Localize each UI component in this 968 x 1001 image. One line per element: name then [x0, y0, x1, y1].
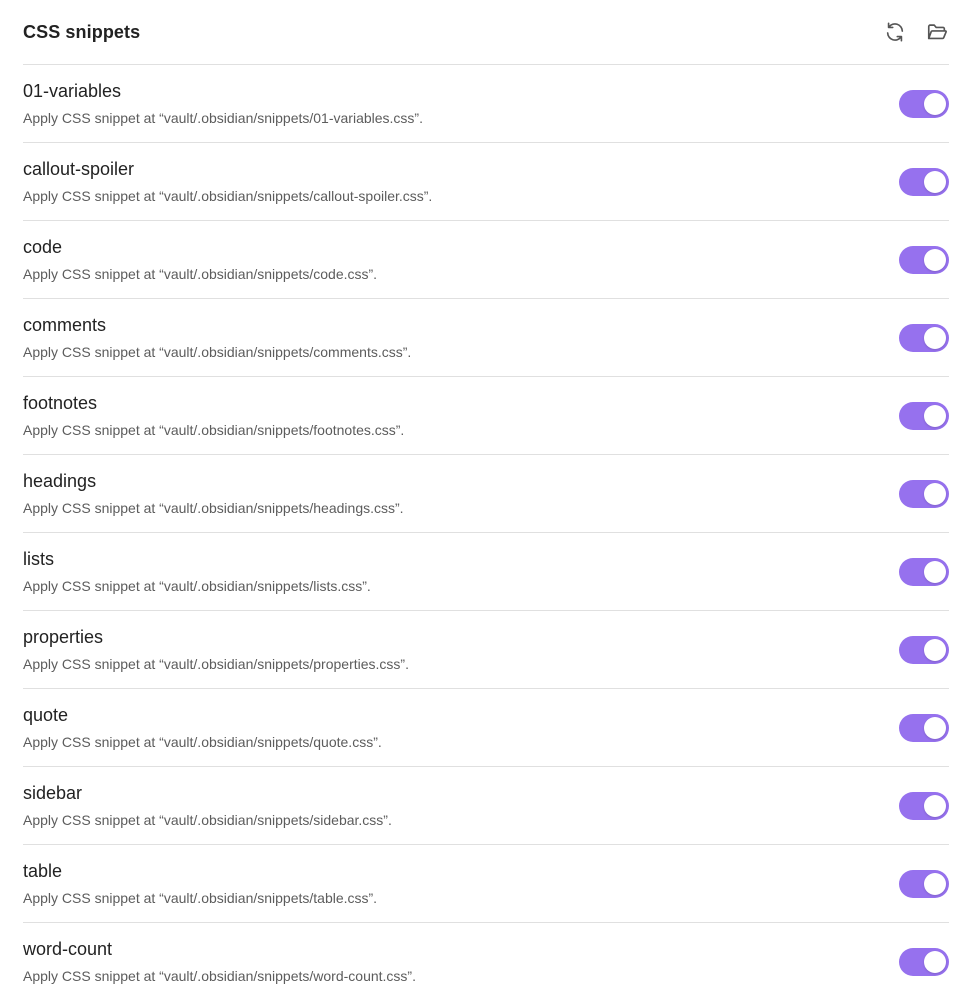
- snippet-name: word-count: [23, 939, 113, 959]
- snippet-description: Apply CSS snippet at “vault/.obsidian/sn…: [23, 500, 404, 516]
- snippet-row-comments: comments Apply CSS snippet at “vault/.ob…: [23, 299, 949, 377]
- snippet-toggle-lists[interactable]: [899, 558, 949, 586]
- snippet-name: comments: [23, 315, 107, 335]
- snippet-toggle-quote[interactable]: [899, 714, 949, 742]
- toggle-knob: [924, 405, 946, 427]
- snippet-list: 01-variables Apply CSS snippet at “vault…: [23, 65, 949, 1001]
- snippet-toggle-comments[interactable]: [899, 324, 949, 352]
- snippet-name: callout-spoiler: [23, 159, 135, 179]
- snippet-name: headings: [23, 471, 97, 491]
- snippet-toggle-callout-spoiler[interactable]: [899, 168, 949, 196]
- snippet-row-01-variables: 01-variables Apply CSS snippet at “vault…: [23, 65, 949, 143]
- reload-icon: [886, 22, 904, 42]
- open-snippets-folder-button[interactable]: [925, 20, 949, 44]
- snippet-row-word-count: word-count Apply CSS snippet at “vault/.…: [23, 923, 949, 1001]
- section-title: CSS snippets: [23, 22, 141, 42]
- snippet-description: Apply CSS snippet at “vault/.obsidian/sn…: [23, 812, 392, 828]
- snippet-description: Apply CSS snippet at “vault/.obsidian/sn…: [23, 266, 378, 282]
- toggle-knob: [924, 561, 946, 583]
- snippet-description: Apply CSS snippet at “vault/.obsidian/sn…: [23, 578, 371, 594]
- snippet-description: Apply CSS snippet at “vault/.obsidian/sn…: [23, 422, 405, 438]
- section-header: CSS snippets: [23, 0, 949, 65]
- reload-snippets-button[interactable]: [883, 20, 907, 44]
- toggle-knob: [924, 249, 946, 271]
- snippet-description: Apply CSS snippet at “vault/.obsidian/sn…: [23, 110, 423, 126]
- snippet-toggle-footnotes[interactable]: [899, 402, 949, 430]
- snippet-description: Apply CSS snippet at “vault/.obsidian/sn…: [23, 656, 409, 672]
- toggle-knob: [924, 717, 946, 739]
- snippet-description: Apply CSS snippet at “vault/.obsidian/sn…: [23, 188, 433, 204]
- snippet-toggle-word-count[interactable]: [899, 948, 949, 976]
- open-folder-icon: [927, 24, 947, 40]
- snippet-name: sidebar: [23, 783, 83, 803]
- snippet-row-headings: headings Apply CSS snippet at “vault/.ob…: [23, 455, 949, 533]
- snippet-name: quote: [23, 705, 69, 725]
- toggle-knob: [924, 171, 946, 193]
- css-snippets-panel: CSS snippets 01-variables Apply CSS snip…: [23, 0, 949, 1001]
- snippet-name: code: [23, 237, 63, 257]
- snippet-toggle-table[interactable]: [899, 870, 949, 898]
- snippet-description: Apply CSS snippet at “vault/.obsidian/sn…: [23, 734, 382, 750]
- snippet-toggle-headings[interactable]: [899, 480, 949, 508]
- snippet-row-footnotes: footnotes Apply CSS snippet at “vault/.o…: [23, 377, 949, 455]
- snippet-row-sidebar: sidebar Apply CSS snippet at “vault/.obs…: [23, 767, 949, 845]
- snippet-name: properties: [23, 627, 104, 647]
- snippet-row-lists: lists Apply CSS snippet at “vault/.obsid…: [23, 533, 949, 611]
- snippet-name: 01-variables: [23, 81, 122, 101]
- snippet-name: table: [23, 861, 63, 881]
- toggle-knob: [924, 795, 946, 817]
- snippet-row-code: code Apply CSS snippet at “vault/.obsidi…: [23, 221, 949, 299]
- snippet-name: lists: [23, 549, 54, 569]
- toggle-knob: [924, 639, 946, 661]
- snippet-row-table: table Apply CSS snippet at “vault/.obsid…: [23, 845, 949, 923]
- snippet-toggle-sidebar[interactable]: [899, 792, 949, 820]
- toggle-knob: [924, 93, 946, 115]
- toggle-knob: [924, 951, 946, 973]
- snippet-toggle-code[interactable]: [899, 246, 949, 274]
- snippet-row-callout-spoiler: callout-spoiler Apply CSS snippet at “va…: [23, 143, 949, 221]
- snippet-toggle-01-variables[interactable]: [899, 90, 949, 118]
- snippet-toggle-properties[interactable]: [899, 636, 949, 664]
- header-actions: [883, 20, 949, 44]
- toggle-knob: [924, 327, 946, 349]
- snippet-description: Apply CSS snippet at “vault/.obsidian/sn…: [23, 344, 412, 360]
- snippet-row-properties: properties Apply CSS snippet at “vault/.…: [23, 611, 949, 689]
- snippet-name: footnotes: [23, 393, 98, 413]
- toggle-knob: [924, 483, 946, 505]
- snippet-description: Apply CSS snippet at “vault/.obsidian/sn…: [23, 968, 416, 984]
- snippet-row-quote: quote Apply CSS snippet at “vault/.obsid…: [23, 689, 949, 767]
- snippet-description: Apply CSS snippet at “vault/.obsidian/sn…: [23, 890, 378, 906]
- toggle-knob: [924, 873, 946, 895]
